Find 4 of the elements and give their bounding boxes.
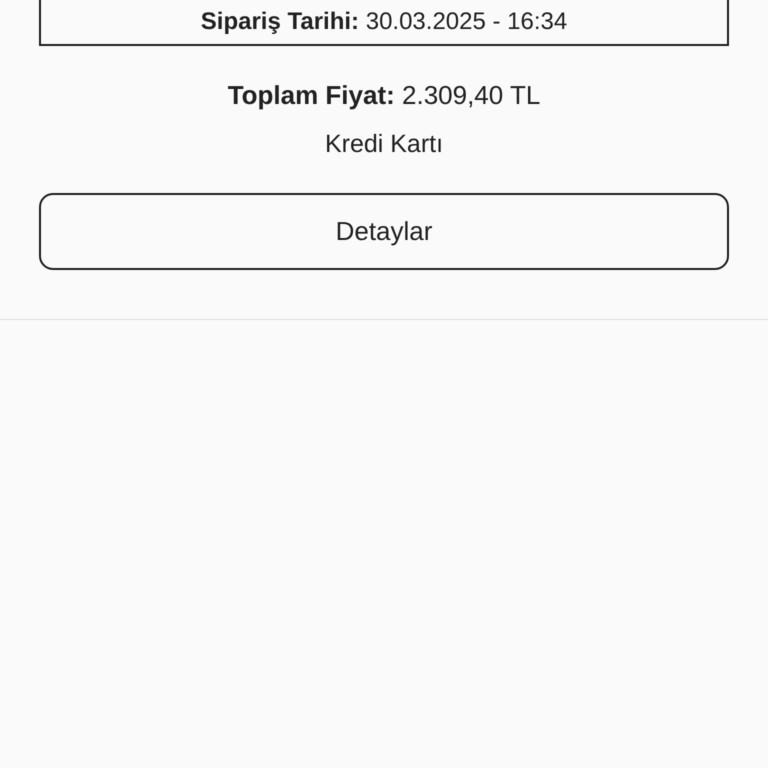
order-date-text: Sipariş Tarihi: 30.03.2025 - 16:34 xyxy=(200,10,568,34)
details-button[interactable]: Detaylar xyxy=(39,193,729,270)
total-price-text: Toplam Fiyat: 2.309,40 TL xyxy=(228,82,540,108)
payment-method-text: Kredi Kartı xyxy=(324,132,444,157)
